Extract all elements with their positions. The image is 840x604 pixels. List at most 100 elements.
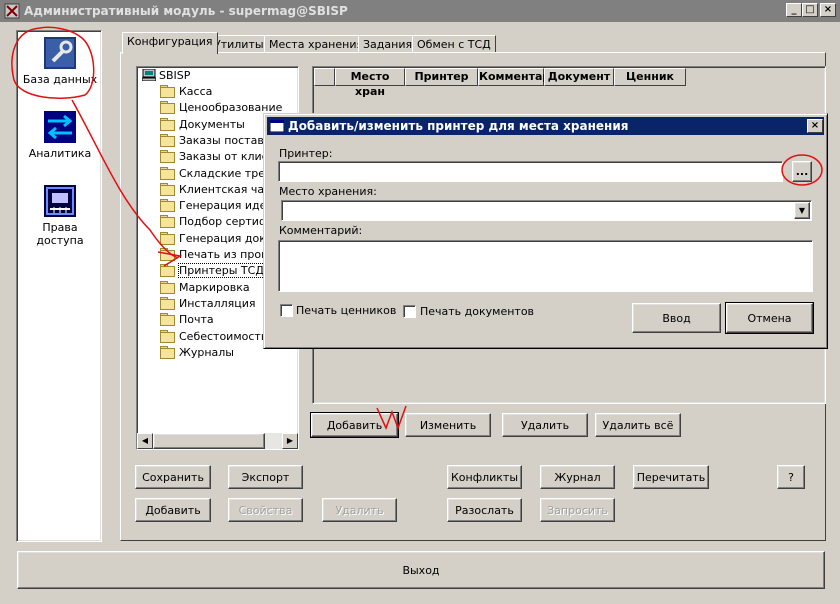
tree-item[interactable]: Клиентская част bbox=[159, 182, 277, 199]
tree-item[interactable]: Документы bbox=[159, 117, 245, 134]
tree-item[interactable]: Заказы от клиен bbox=[159, 150, 276, 166]
tree-item-label: Касса bbox=[179, 85, 213, 98]
tab-tasks[interactable]: Задания bbox=[358, 35, 418, 53]
tree-item-label: Генерация доку bbox=[179, 231, 273, 245]
storage-label: Место хранения: bbox=[279, 185, 377, 198]
tree-item-label: Журналы bbox=[179, 345, 234, 359]
tree-item[interactable]: Складские требо bbox=[159, 166, 278, 183]
ok-button[interactable]: Ввод bbox=[632, 303, 721, 333]
tree-item[interactable]: Подбор сертифи bbox=[159, 215, 276, 231]
chevron-down-icon[interactable]: ▼ bbox=[794, 202, 810, 219]
tab-utilities[interactable]: Утилиты bbox=[209, 35, 269, 53]
dialog-app-icon bbox=[269, 119, 285, 133]
tree-item[interactable]: Печать из проце bbox=[159, 248, 275, 264]
tab-storage-locations[interactable]: Места хранения bbox=[264, 35, 369, 53]
dialog-title: Добавить/изменить принтер для места хран… bbox=[288, 119, 629, 133]
dialog-title-bar: Добавить/изменить принтер для места хран… bbox=[267, 117, 824, 135]
sidebar: База данных Аналитика Права доступа bbox=[16, 30, 102, 542]
sidebar-item-label: База данных bbox=[22, 73, 98, 86]
browse-printer-button[interactable]: ... bbox=[792, 161, 812, 182]
help-button[interactable]: ? bbox=[777, 465, 805, 489]
tree-root[interactable]: SBISP bbox=[141, 68, 190, 85]
column-header[interactable]: Комментар bbox=[478, 68, 550, 86]
column-header[interactable]: Ценник bbox=[614, 68, 686, 86]
tree-item-label: Заказы постави bbox=[179, 133, 271, 147]
dialog-close-icon[interactable]: × bbox=[807, 119, 823, 133]
properties-button[interactable]: Свойства bbox=[228, 498, 303, 522]
tree-item-label: Подбор сертифи bbox=[179, 215, 276, 229]
folder-icon bbox=[159, 150, 175, 164]
maximize-icon[interactable]: □ bbox=[802, 3, 818, 17]
tree-item[interactable]: Маркировка bbox=[159, 280, 250, 297]
reread-button[interactable]: Перечитать bbox=[633, 465, 709, 489]
tree-horizontal-scrollbar[interactable]: ◀ ▶ bbox=[137, 433, 298, 449]
tree-item-label: Себестоимость bbox=[179, 329, 268, 343]
tree-item[interactable]: Генерация доку bbox=[159, 231, 273, 248]
folder-icon bbox=[159, 345, 175, 359]
conflicts-button[interactable]: Конфликты bbox=[447, 465, 522, 489]
app-icon bbox=[4, 3, 20, 19]
column-header[interactable]: Принтер bbox=[405, 68, 478, 86]
scroll-left-icon[interactable]: ◀ bbox=[137, 433, 153, 449]
cancel-button[interactable]: Отмена bbox=[725, 302, 814, 334]
column-header[interactable]: Документ bbox=[544, 68, 614, 86]
print-labels-checkbox[interactable] bbox=[280, 304, 293, 317]
minimize-icon[interactable]: _ bbox=[786, 3, 802, 17]
printer-label: Принтер: bbox=[279, 147, 333, 160]
delete-button[interactable]: Удалить bbox=[322, 498, 397, 522]
arrows-icon bbox=[44, 111, 76, 143]
edit-printer-button[interactable]: Изменить bbox=[405, 413, 491, 437]
tree-item-label: Инсталляция bbox=[179, 296, 256, 310]
scroll-right-icon[interactable]: ▶ bbox=[282, 433, 298, 449]
print-docs-label[interactable]: Печать документов bbox=[420, 305, 534, 318]
computer-icon bbox=[141, 68, 157, 82]
export-button[interactable]: Экспорт bbox=[228, 465, 303, 489]
journal-button[interactable]: Журнал bbox=[540, 465, 615, 489]
storage-select[interactable]: ▼ bbox=[281, 200, 812, 221]
tree-item-label: Почта bbox=[179, 313, 214, 327]
sidebar-item-label: Аналитика bbox=[28, 147, 92, 160]
delete-printer-button[interactable]: Удалить bbox=[502, 413, 588, 437]
access-rights-icon bbox=[44, 185, 76, 217]
tree-item[interactable]: Себестоимость bbox=[159, 329, 268, 346]
comment-label: Комментарий: bbox=[279, 224, 363, 237]
folder-icon bbox=[159, 280, 175, 294]
print-labels-label[interactable]: Печать ценников bbox=[296, 304, 396, 317]
add-printer-button[interactable]: Добавить bbox=[310, 412, 399, 438]
printer-field[interactable] bbox=[278, 161, 783, 182]
tab-tsd-exchange[interactable]: Обмен с ТСД bbox=[412, 35, 496, 53]
tree-item[interactable]: Принтеры ТСД bbox=[159, 263, 265, 281]
tab-configuration[interactable]: Конфигурация bbox=[122, 32, 218, 54]
folder-icon bbox=[159, 166, 175, 180]
save-button[interactable]: Сохранить bbox=[135, 465, 211, 489]
tree-item-label: Заказы от клиен bbox=[179, 150, 276, 164]
tree-item[interactable]: Почта bbox=[159, 313, 214, 329]
delete-all-printers-button[interactable]: Удалить всё bbox=[595, 413, 681, 437]
tree-item[interactable]: Инсталляция bbox=[159, 296, 256, 313]
exit-button[interactable]: Выход bbox=[17, 551, 825, 589]
column-header[interactable]: Место хран bbox=[335, 68, 405, 98]
send-button[interactable]: Разослать bbox=[447, 498, 522, 522]
tree-item[interactable]: Заказы постави bbox=[159, 133, 271, 150]
print-docs-checkbox[interactable] bbox=[403, 305, 416, 318]
request-button[interactable]: Запросить bbox=[540, 498, 615, 522]
folder-icon bbox=[159, 248, 175, 261]
sidebar-item-analytics[interactable]: Аналитика bbox=[17, 111, 103, 160]
scroll-thumb[interactable] bbox=[153, 433, 265, 449]
add-button[interactable]: Добавить bbox=[135, 498, 211, 522]
folder-icon bbox=[159, 133, 175, 147]
sidebar-item-label: Права доступа bbox=[36, 221, 84, 247]
tree-item[interactable]: Журналы bbox=[159, 345, 234, 362]
tree-item-label: Печать из проце bbox=[179, 248, 276, 261]
folder-icon bbox=[159, 199, 175, 213]
sidebar-item-database[interactable]: База данных bbox=[17, 37, 103, 86]
close-icon[interactable]: × bbox=[820, 3, 836, 17]
tree-item[interactable]: Касса bbox=[159, 85, 212, 101]
window-title: Административный модуль - supermag@SBISP bbox=[24, 4, 348, 18]
tree-item[interactable]: Генерация идент bbox=[159, 199, 280, 215]
comment-field[interactable] bbox=[278, 240, 813, 292]
table-corner bbox=[314, 68, 335, 86]
folder-icon bbox=[159, 85, 175, 98]
printer-dialog: Добавить/изменить принтер для места хран… bbox=[263, 113, 828, 349]
sidebar-item-access-rights[interactable]: Права доступа bbox=[17, 185, 103, 247]
